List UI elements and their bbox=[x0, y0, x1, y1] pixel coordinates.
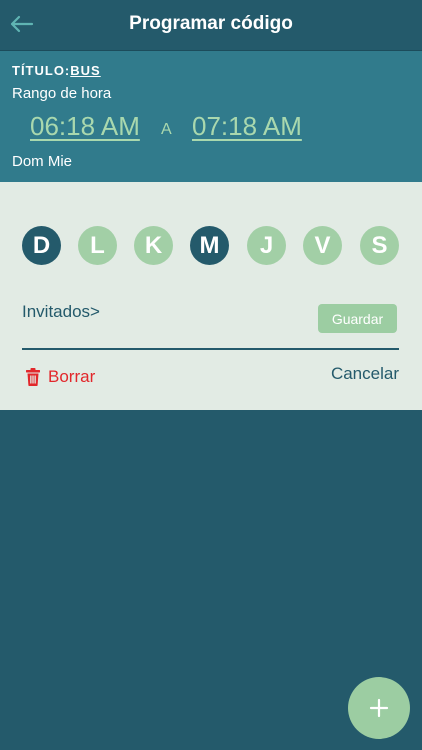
cancel-button[interactable]: Cancelar bbox=[331, 364, 399, 384]
trash-icon bbox=[26, 368, 40, 386]
divider bbox=[22, 348, 399, 350]
plus-icon bbox=[369, 698, 389, 718]
navigation-bar: Programar código bbox=[0, 0, 422, 51]
guests-link[interactable]: Invitados> bbox=[22, 302, 100, 322]
day-toggle-sunday[interactable]: D bbox=[22, 226, 61, 265]
day-toggle-friday[interactable]: V bbox=[303, 226, 342, 265]
page-title: Programar código bbox=[129, 13, 293, 34]
save-button[interactable]: Guardar bbox=[318, 304, 397, 333]
title-value[interactable]: BUS bbox=[70, 63, 100, 78]
add-button[interactable] bbox=[348, 677, 410, 739]
end-time[interactable]: 07:18 AM bbox=[192, 111, 302, 142]
delete-label: Borrar bbox=[48, 367, 96, 386]
day-toggle-tuesday[interactable]: K bbox=[134, 226, 173, 265]
selected-days-text: Dom Mie bbox=[12, 153, 73, 170]
schedule-summary: TÍTULO:BUS Rango de hora 06:18 AM A 07:1… bbox=[0, 51, 422, 182]
schedule-editor: D L K M J V S Invitados> Guardar Borrar … bbox=[0, 182, 422, 410]
day-toggle-saturday[interactable]: S bbox=[360, 226, 399, 265]
time-separator: A bbox=[161, 121, 172, 138]
time-range-label: Rango de hora bbox=[12, 85, 112, 102]
title-label: TÍTULO: bbox=[12, 63, 71, 78]
day-toggle-thursday[interactable]: J bbox=[247, 226, 286, 265]
start-time[interactable]: 06:18 AM bbox=[30, 111, 140, 142]
day-toggle-monday[interactable]: L bbox=[78, 226, 117, 265]
day-toggle-wednesday[interactable]: M bbox=[190, 226, 229, 265]
schedule-title: TÍTULO:BUS bbox=[12, 63, 101, 78]
delete-button[interactable]: Borrar bbox=[26, 366, 95, 388]
